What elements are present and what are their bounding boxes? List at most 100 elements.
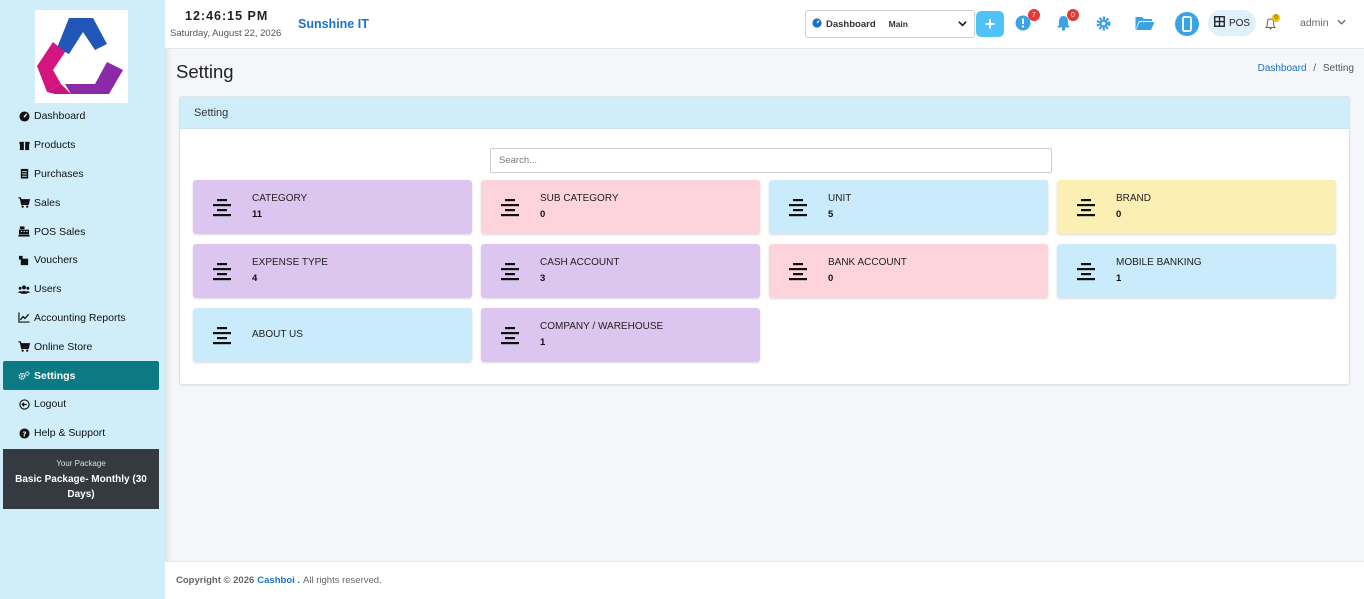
align-center-icon — [212, 325, 232, 345]
users-icon — [18, 283, 30, 295]
tile-name: BRAND — [1116, 193, 1152, 204]
align-center-icon — [500, 325, 520, 345]
cash-register-icon — [18, 226, 30, 238]
settings-card: Setting CATEGORY11SUB CATEGORY0UNIT5BRAN… — [179, 96, 1350, 385]
breadcrumb-dashboard-link[interactable]: Dashboard — [1258, 63, 1307, 74]
svg-text:?: ? — [22, 429, 26, 438]
tile-name: ABOUT US — [252, 329, 303, 340]
sidebar-item-label: Vouchers — [34, 254, 78, 267]
sidebar-item-pos-sales[interactable]: POS Sales — [3, 217, 159, 246]
voucher-icon — [18, 254, 30, 266]
sidebar-item-logout[interactable]: Logout — [3, 390, 159, 419]
sidebar-item-label: Logout — [34, 398, 67, 411]
sidebar-item-users[interactable]: Users — [3, 275, 159, 304]
tile-name: CASH ACCOUNT — [540, 257, 620, 268]
align-center-icon — [1076, 261, 1096, 281]
sidebar-item-label: Accounting Reports — [34, 311, 126, 324]
sidebar-item-label: Users — [34, 283, 62, 296]
folder-button[interactable] — [1135, 16, 1155, 36]
logout-icon — [18, 398, 30, 410]
setting-tile[interactable]: UNIT 5 — [769, 180, 1048, 234]
tile-count: 1 — [1116, 273, 1122, 284]
mobile-icon — [1175, 12, 1199, 41]
setting-tile[interactable]: CATEGORY 11 — [193, 180, 472, 234]
gauge-icon — [812, 17, 822, 31]
sidebar-item-accounting-reports[interactable]: Accounting Reports — [3, 304, 159, 333]
user-menu[interactable]: admin — [1300, 17, 1346, 29]
sidebar-item-label: Products — [34, 139, 76, 152]
company-name[interactable]: Sunshine IT — [298, 17, 369, 31]
package-box: Your Package Basic Package- Monthly (30 … — [3, 449, 159, 509]
setting-tile[interactable]: MOBILE BANKING 1 — [1057, 244, 1336, 298]
logo-icon — [37, 18, 123, 94]
align-center-icon — [212, 261, 232, 281]
package-label: Your Package — [56, 459, 106, 468]
footer-brand-link[interactable]: Cashboi . — [257, 575, 300, 586]
align-center-icon — [1076, 197, 1096, 217]
dashboard-select-label: Dashboard — [826, 18, 876, 30]
sidebar-item-label: Sales — [34, 196, 61, 209]
tile-name: CATEGORY — [252, 193, 308, 204]
dashboard-select-value: Main — [888, 19, 908, 29]
tile-count: 11 — [252, 209, 263, 220]
add-button[interactable]: + — [976, 11, 1004, 37]
footer: Copyright © 2026 Cashboi . All rights re… — [165, 561, 1364, 599]
sidebar-item-online-store[interactable]: Online Store — [3, 332, 159, 361]
copyright-text: Copyright © 2026 — [176, 575, 255, 586]
sidebar-item-label: Purchases — [34, 167, 84, 180]
notification-badge: 0 — [1067, 9, 1079, 21]
tile-count: 3 — [540, 273, 546, 284]
sidebar-item-vouchers[interactable]: Vouchers — [3, 246, 159, 275]
clipboard-icon — [18, 168, 30, 180]
bell-notification-button[interactable]: 0 — [1265, 14, 1280, 35]
tile-name: EXPENSE TYPE — [252, 257, 328, 268]
align-center-icon — [788, 197, 808, 217]
sidebar-item-settings[interactable]: Settings — [3, 361, 159, 390]
setting-tile[interactable]: ABOUT US — [193, 308, 472, 362]
tile-count: 5 — [828, 209, 834, 220]
setting-tile[interactable]: COMPANY / WAREHOUSE 1 — [481, 308, 760, 362]
package-name: Basic Package- Monthly (30 Days) — [15, 474, 147, 500]
pos-button[interactable]: POS — [1208, 10, 1256, 36]
chevron-down-icon — [1336, 17, 1346, 29]
sidebar-item-purchases[interactable]: Purchases — [3, 160, 159, 189]
sidebar-nav: Dashboard Products Purchases Sales POS S… — [3, 102, 159, 448]
bell-badge: 0 — [1272, 14, 1280, 22]
breadcrumb: Dashboard / Setting — [1258, 63, 1354, 74]
alert-button[interactable]: 7 — [1015, 9, 1040, 36]
setting-tile[interactable]: EXPENSE TYPE 4 — [193, 244, 472, 298]
settings-button[interactable] — [1095, 15, 1112, 37]
page-title: Setting — [176, 61, 234, 82]
chart-line-icon — [18, 312, 30, 324]
sidebar-item-help-support[interactable]: ? Help & Support — [3, 419, 159, 448]
setting-tile[interactable]: CASH ACCOUNT 3 — [481, 244, 760, 298]
cogs-icon — [18, 370, 30, 382]
tile-count: 0 — [1116, 209, 1122, 220]
setting-tile[interactable]: BANK ACCOUNT 0 — [769, 244, 1048, 298]
align-center-icon — [500, 197, 520, 217]
align-center-icon — [212, 197, 232, 217]
mobile-button[interactable] — [1175, 12, 1199, 41]
cart-icon — [18, 341, 30, 353]
tile-count: 1 — [540, 337, 546, 348]
dashboard-select[interactable]: Dashboard Main — [805, 10, 975, 38]
setting-tile[interactable]: BRAND 0 — [1057, 180, 1336, 234]
sidebar-item-label: Dashboard — [34, 110, 86, 123]
logo[interactable] — [35, 10, 128, 103]
sidebar-item-label: POS Sales — [34, 225, 86, 238]
cart-icon — [18, 197, 30, 209]
notification-button[interactable]: 0 — [1056, 9, 1079, 36]
alert-badge: 7 — [1028, 9, 1040, 21]
align-center-icon — [500, 261, 520, 281]
sidebar-item-label: Online Store — [34, 340, 93, 353]
gear-icon — [1095, 15, 1112, 37]
sidebar-item-products[interactable]: Products — [3, 131, 159, 160]
tile-count: 0 — [540, 209, 546, 220]
search-input[interactable] — [490, 148, 1052, 173]
clock: 12:46:15 PM — [185, 9, 269, 23]
sidebar-item-sales[interactable]: Sales — [3, 188, 159, 217]
sidebar: Dashboard Products Purchases Sales POS S… — [0, 0, 165, 599]
box-icon — [18, 139, 30, 151]
setting-tile[interactable]: SUB CATEGORY 0 — [481, 180, 760, 234]
sidebar-item-dashboard[interactable]: Dashboard — [3, 102, 159, 131]
